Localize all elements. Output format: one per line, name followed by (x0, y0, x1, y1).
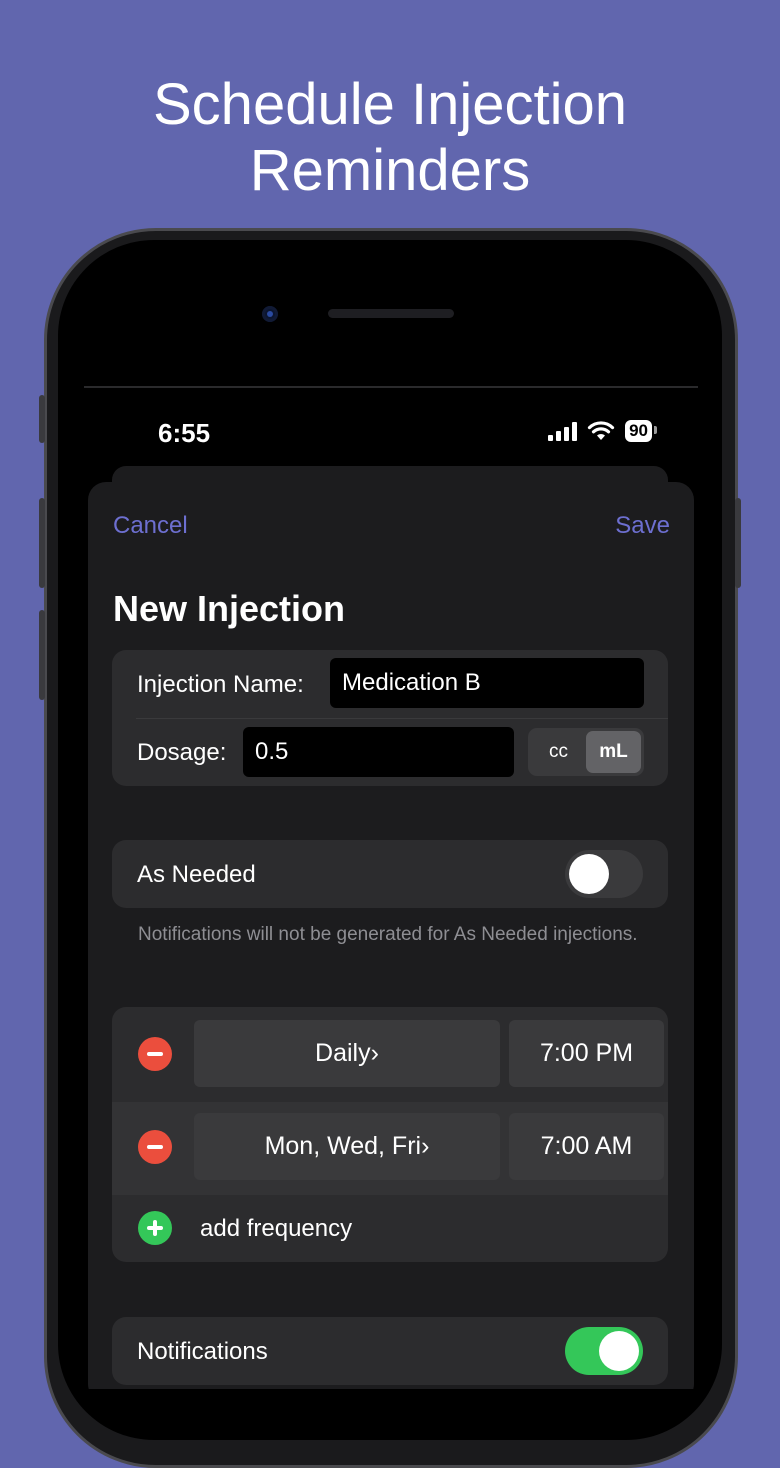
promo-headline: Schedule Injection Reminders (0, 72, 780, 204)
cellular-signal-icon (548, 421, 578, 441)
cancel-button[interactable]: Cancel (113, 512, 188, 540)
add-frequency-icon[interactable] (138, 1211, 172, 1245)
frequency-group: Daily › 7:00 PM Mon, Wed, Fri › 7:00 AM ad… (112, 1007, 668, 1262)
status-time: 6:55 (158, 418, 211, 448)
headline-line-2: Reminders (249, 138, 531, 203)
frequency-row: Mon, Wed, Fri › 7:00 AM (112, 1102, 668, 1195)
new-injection-sheet: Cancel Save New Injection Injection Name… (88, 482, 694, 1389)
injection-name-label: Injection Name: (137, 671, 304, 698)
phone-volume-down (39, 610, 45, 700)
status-icons: 90 (548, 420, 657, 442)
toggle-knob (569, 854, 609, 894)
dosage-label: Dosage: (137, 739, 227, 766)
sheet-title: New Injection (113, 588, 346, 629)
chevron-right-icon: › (370, 1039, 379, 1067)
remove-frequency-icon[interactable] (138, 1130, 172, 1164)
injection-name-field[interactable]: Medication B (330, 658, 644, 708)
dosage-field[interactable]: 0.5 (243, 727, 514, 777)
as-needed-label: As Needed (137, 861, 256, 888)
frequency-days-label: Daily (315, 1039, 371, 1067)
unit-option-ml[interactable]: mL (586, 731, 641, 773)
frequency-row: Daily › 7:00 PM (112, 1007, 668, 1100)
phone-mute-switch (39, 395, 45, 443)
chevron-right-icon: › (421, 1132, 430, 1160)
add-frequency-label: add frequency (200, 1215, 353, 1242)
unit-option-cc[interactable]: cc (531, 731, 586, 773)
frequency-days-label: Mon, Wed, Fri (264, 1132, 422, 1160)
phone-screen: 6:55 90 Cancel Save New Injection Inject… (84, 386, 698, 1389)
battery-icon: 90 (625, 420, 657, 442)
notifications-group: Notifications (112, 1317, 668, 1385)
notifications-toggle[interactable] (565, 1327, 643, 1375)
injection-details-group: Injection Name: Medication B Dosage: 0.5… (112, 650, 668, 786)
frequency-days-button[interactable]: Mon, Wed, Fri › (194, 1113, 500, 1180)
as-needed-group: As Needed (112, 840, 668, 908)
frequency-time-button[interactable]: 7:00 AM (509, 1113, 664, 1180)
as-needed-toggle[interactable] (565, 850, 643, 898)
add-frequency-row[interactable]: add frequency (112, 1195, 668, 1262)
phone-power-button (735, 498, 741, 588)
earpiece-speaker (328, 309, 454, 318)
notifications-label: Notifications (137, 1338, 268, 1365)
as-needed-footnote: Notifications will not be generated for … (138, 924, 638, 945)
row-divider (136, 718, 668, 719)
save-button[interactable]: Save (615, 512, 670, 540)
headline-line-1: Schedule Injection (153, 72, 627, 137)
frequency-days-button[interactable]: Daily › (194, 1020, 500, 1087)
remove-frequency-icon[interactable] (138, 1037, 172, 1071)
frequency-time-button[interactable]: 7:00 PM (509, 1020, 664, 1087)
wifi-icon (587, 421, 615, 440)
dosage-unit-selector: cc mL (528, 728, 644, 776)
front-camera-icon (262, 306, 278, 322)
phone-volume-up (39, 498, 45, 588)
toggle-knob (599, 1331, 639, 1371)
